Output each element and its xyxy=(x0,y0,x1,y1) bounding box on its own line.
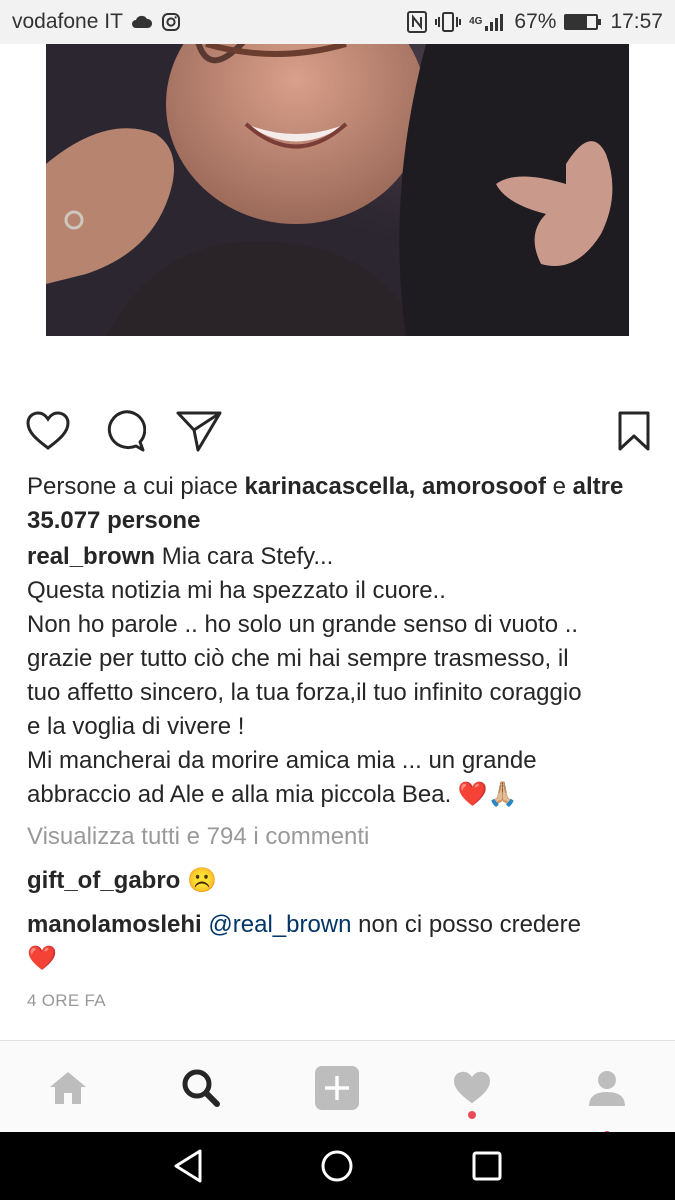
battery-percent: 67% xyxy=(514,10,557,33)
home-circle-icon[interactable] xyxy=(317,1146,357,1186)
caption-line: Mia cara Stefy... xyxy=(161,543,334,570)
comment-text-heart: ❤️ xyxy=(27,945,57,972)
activity-notification-dot xyxy=(468,1111,476,1119)
bookmark-icon[interactable] xyxy=(611,408,657,454)
cloud-icon xyxy=(131,15,153,29)
like-heart-icon[interactable] xyxy=(25,408,71,454)
comment-icon[interactable] xyxy=(101,408,147,454)
system-navigation-bar xyxy=(0,1132,675,1200)
network-type: 4G xyxy=(469,16,483,27)
caption: real_brown Mia cara Stefy... Questa noti… xyxy=(27,540,652,812)
back-icon[interactable] xyxy=(168,1146,208,1186)
activity-heart-icon[interactable] xyxy=(449,1065,495,1111)
clock: 17:57 xyxy=(610,10,663,33)
likes-separator: , xyxy=(408,473,422,500)
caption-line: e la voglia di vivere ! xyxy=(27,713,245,740)
comment-username[interactable]: gift_of_gabro xyxy=(27,867,180,894)
add-post-icon[interactable] xyxy=(314,1065,360,1111)
post-photo[interactable] xyxy=(46,44,629,336)
instagram-icon xyxy=(161,12,181,32)
comment-mention[interactable]: @real_brown xyxy=(208,911,351,938)
home-icon[interactable] xyxy=(45,1065,91,1111)
comment: manolamoslehi @real_brown non ci posso c… xyxy=(27,908,652,976)
bottom-tab-bar xyxy=(0,1040,675,1139)
likes-and: e xyxy=(545,473,573,500)
carrier-label: vodafone IT xyxy=(12,10,123,33)
post-body: Persone a cui piace karinacascella, amor… xyxy=(27,470,652,1018)
comment-text: ☹️ xyxy=(187,867,217,894)
battery-icon xyxy=(564,14,602,30)
caption-line: grazie per tutto ciò che mi hai sempre t… xyxy=(27,645,569,672)
likes-prefix: Persone a cui piace xyxy=(27,473,245,500)
caption-line: tuo affetto sincero, la tua forza,il tuo… xyxy=(27,679,582,706)
caption-line: Non ho parole .. ho solo un grande senso… xyxy=(27,611,579,638)
liker-user-2[interactable]: amorosoof xyxy=(422,473,546,500)
comment: gift_of_gabro ☹️ xyxy=(27,864,652,898)
search-icon[interactable] xyxy=(178,1065,224,1111)
comment-username[interactable]: manolamoslehi xyxy=(27,911,202,938)
liker-user-1[interactable]: karinacascella xyxy=(244,473,408,500)
nfc-icon xyxy=(407,11,428,33)
recent-apps-icon[interactable] xyxy=(467,1146,507,1186)
post-actions xyxy=(0,404,675,456)
caption-line: Questa notizia mi ha spezzato il cuore.. xyxy=(27,577,446,604)
status-bar: vodafone IT 4G 67% 17:57 xyxy=(0,0,675,44)
post-timestamp: 4 ORE FA xyxy=(27,991,106,1010)
view-all-comments-link[interactable]: Visualizza tutti e 794 i commenti xyxy=(27,820,652,854)
vibrate-icon xyxy=(435,11,462,33)
comment-text: non ci posso credere xyxy=(351,911,581,938)
caption-username[interactable]: real_brown xyxy=(27,543,155,570)
profile-icon[interactable] xyxy=(584,1065,630,1111)
share-send-icon[interactable] xyxy=(176,408,222,454)
signal-icon: 4G xyxy=(469,12,506,32)
likes-summary: Persone a cui piace karinacascella, amor… xyxy=(27,470,652,538)
caption-line: abbraccio ad Ale e alla mia piccola Bea.… xyxy=(27,781,518,808)
post-media xyxy=(0,44,675,394)
caption-line: Mi mancherai da morire amica mia ... un … xyxy=(27,747,537,774)
